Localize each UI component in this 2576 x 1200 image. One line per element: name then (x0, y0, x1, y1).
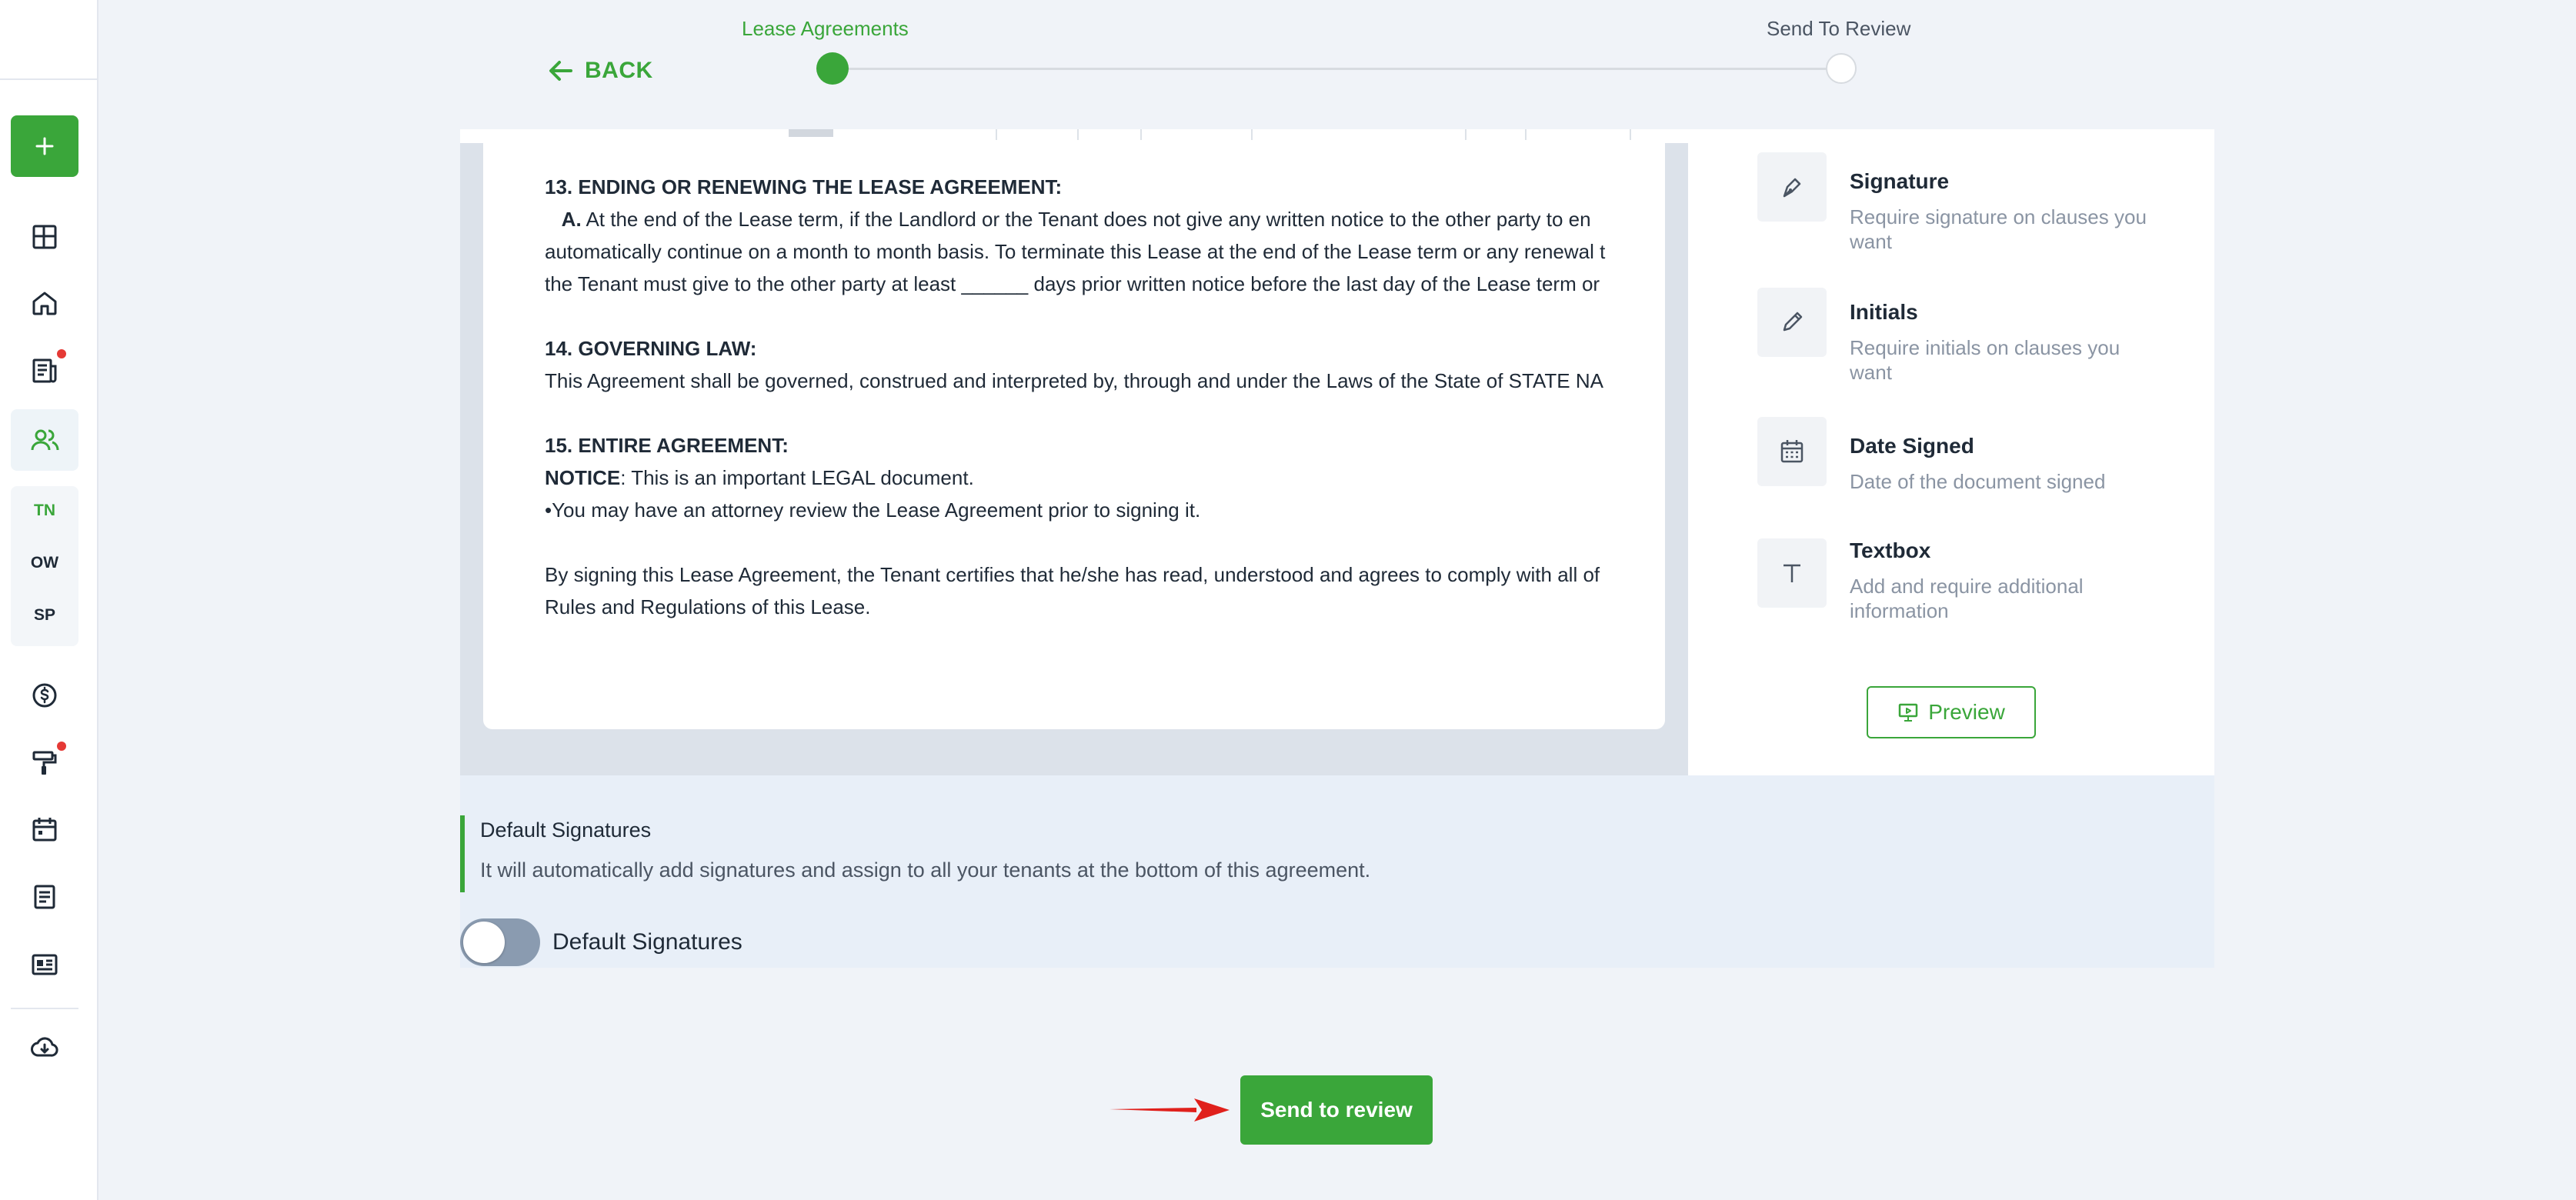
dashboard-icon (32, 225, 57, 249)
sidebar-item-maintenance[interactable] (11, 732, 78, 794)
pencil-icon (1757, 288, 1827, 357)
preview-label: Preview (1928, 700, 2005, 724)
stepper-line (833, 68, 1842, 70)
newspaper-icon (32, 358, 57, 383)
sidebar-divider (0, 78, 98, 80)
step-send-to-review-dot[interactable] (1826, 53, 1857, 84)
notice-label: NOTICE (545, 466, 621, 489)
section-13-line-2: automatically continue on a month to mon… (545, 240, 1606, 263)
text-icon (1757, 538, 1827, 608)
fields-panel: Signature Require signature on clauses y… (1688, 129, 2214, 775)
arrow-left-icon (549, 61, 572, 81)
sidebar-item-accounting[interactable] (11, 665, 78, 726)
ruler-tick (1140, 129, 1142, 140)
toggle-knob (463, 922, 505, 963)
step-send-to-review-label: Send To Review (1767, 17, 1911, 40)
sidebar-item-listings[interactable] (11, 934, 78, 995)
notice-line: NOTICE: This is an important LEGAL docum… (545, 462, 1665, 494)
field-date-signed-desc: Date of the document signed (1850, 470, 2106, 493)
calendar-icon (1757, 417, 1827, 486)
ruler-tick (1077, 129, 1079, 140)
sidebar-item-documents[interactable] (11, 866, 78, 928)
sidebar-subitem-tenants[interactable]: TN (11, 485, 78, 537)
field-initials-desc: Require initials on clauses you want (1850, 336, 2121, 384)
section-13-a-label: A. (561, 208, 582, 231)
document-text: 13. ENDING OR RENEWING THE LEASE AGREEME… (545, 171, 1665, 623)
ruler-marker (789, 129, 833, 137)
section-14-title: 14. GOVERNING LAW: (545, 337, 757, 360)
section-13-line-3: the Tenant must give to the other party … (545, 272, 1600, 295)
notification-dot (57, 742, 66, 751)
sidebar-divider (11, 1008, 78, 1009)
field-initials-title: Initials (1850, 300, 1918, 324)
section-15-title: 15. ENTIRE AGREEMENT: (545, 434, 789, 457)
field-textbox-title: Textbox (1850, 538, 1931, 562)
ruler-tick (1630, 129, 1631, 140)
accent-bar (460, 815, 465, 892)
default-signatures-section: Default Signatures It will automatically… (460, 775, 2214, 968)
default-signatures-toggle[interactable] (460, 918, 540, 966)
presentation-icon (1898, 703, 1918, 722)
ruler-tick (1525, 129, 1527, 140)
sidebar-item-properties[interactable] (11, 272, 78, 334)
sidebar-subitem-owners[interactable]: OW (11, 537, 78, 589)
notice-text: : This is an important LEGAL document. (620, 466, 974, 489)
sidebar-item-dashboard[interactable] (11, 206, 78, 268)
back-button[interactable]: BACK (548, 55, 653, 86)
bullet-line: •You may have an attorney review the Lea… (545, 498, 1201, 522)
default-signatures-title: Default Signatures (480, 818, 652, 842)
section-14-line-1: This Agreement shall be governed, constr… (545, 369, 1603, 392)
closing-line-1: By signing this Lease Agreement, the Ten… (545, 563, 1600, 586)
dollar-circle-icon (32, 683, 57, 708)
field-date-signed-title: Date Signed (1850, 434, 1974, 458)
notification-dot (57, 349, 66, 358)
sidebar-item-people[interactable] (11, 409, 78, 471)
sidebar-item-download[interactable] (11, 1017, 78, 1078)
section-13-line-1-text: At the end of the Lease term, if the Lan… (581, 208, 1591, 231)
signature-pen-icon (1757, 152, 1827, 222)
field-textbox-desc: Add and require additional information (1850, 575, 2084, 622)
document-icon (34, 885, 55, 909)
paint-roller-icon (32, 751, 57, 775)
closing-line-2: Rules and Regulations of this Lease. (545, 595, 871, 618)
back-label: BACK (585, 58, 653, 83)
section-13-line-1: A. At the end of the Lease term, if the … (545, 203, 1665, 235)
ruler-tick (1465, 129, 1467, 140)
default-signatures-description: It will automatically add signatures and… (480, 858, 1371, 882)
default-signatures-toggle-label: Default Signatures (552, 929, 742, 955)
annotation-arrow-icon (1109, 1098, 1230, 1122)
field-signature-desc: Require signature on clauses you want (1850, 205, 2147, 253)
plus-icon (35, 137, 54, 155)
step-lease-agreements-dot[interactable] (816, 52, 849, 85)
calendar-icon (32, 818, 57, 842)
send-to-review-button[interactable]: Send to review (1240, 1075, 1433, 1145)
users-icon (31, 429, 59, 451)
ruler (460, 129, 1688, 143)
field-signature-title: Signature (1850, 169, 1950, 193)
document-page[interactable]: 13. ENDING OR RENEWING THE LEASE AGREEME… (483, 143, 1665, 729)
sidebar-item-calendar[interactable] (11, 798, 78, 860)
sidebar-item-news[interactable] (11, 340, 78, 402)
step-lease-agreements-label: Lease Agreements (742, 17, 909, 40)
document-viewer[interactable]: 13. ENDING OR RENEWING THE LEASE AGREEME… (460, 129, 1688, 775)
sidebar: TN OW SP (0, 0, 98, 1200)
add-button[interactable] (11, 115, 78, 177)
ruler-tick (1251, 129, 1253, 140)
ruler-tick (996, 129, 997, 140)
sidebar-subitem-service-pros[interactable]: SP (11, 589, 78, 642)
preview-button[interactable]: Preview (1867, 686, 2036, 738)
id-card-icon (32, 954, 58, 975)
cloud-download-icon (31, 1037, 58, 1057)
section-13-title: 13. ENDING OR RENEWING THE LEASE AGREEME… (545, 175, 1063, 198)
home-icon (32, 292, 57, 315)
